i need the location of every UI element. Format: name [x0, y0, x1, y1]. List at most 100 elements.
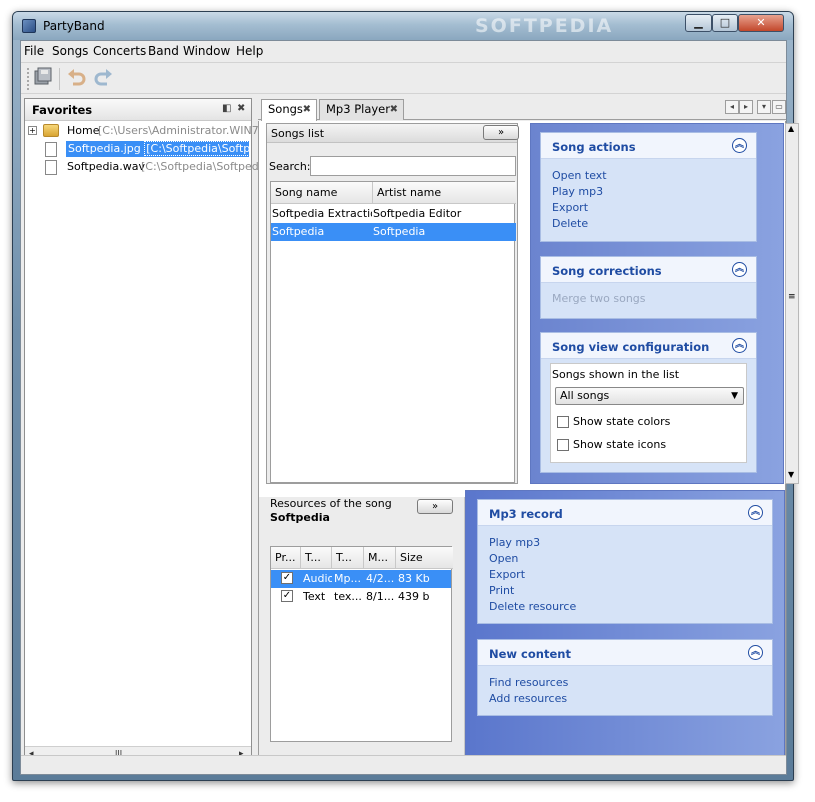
- column-header[interactable]: T...: [332, 547, 364, 569]
- scroll-tabs-left-icon[interactable]: ◂: [725, 100, 739, 114]
- group-title: Song corrections: [552, 264, 662, 278]
- expand-icon[interactable]: +: [28, 126, 37, 135]
- collapse-icon[interactable]: ︽: [748, 505, 763, 520]
- tab-label: Songs: [268, 102, 303, 116]
- close-panel-icon[interactable]: ✖: [237, 103, 245, 114]
- songs-list-header: Songs list »: [267, 124, 519, 143]
- expand-songs-button[interactable]: »: [483, 125, 519, 140]
- menu-file[interactable]: File: [24, 44, 44, 58]
- cell-song-name: Softpedia: [272, 225, 325, 238]
- favorites-title: Favorites: [32, 103, 93, 117]
- group-title: New content: [489, 647, 571, 661]
- play-mp3-link[interactable]: Play mp3: [552, 185, 603, 198]
- table-row-selected[interactable]: ✓ Audio Mp... 4/2... 83 Kb: [271, 570, 451, 588]
- songs-tab-content: Songs list » Search: Song name Artist na…: [258, 121, 799, 762]
- search-input[interactable]: [310, 156, 516, 176]
- task-pane-vertical-scrollbar[interactable]: ▲ ≡ ▼: [785, 123, 799, 484]
- open-link[interactable]: Open: [489, 552, 518, 565]
- title-bar[interactable]: PartyBand SOFTPEDIA ▁ □ ✕: [13, 12, 793, 40]
- export-link[interactable]: Export: [489, 568, 525, 581]
- column-header[interactable]: Pr...: [271, 547, 301, 569]
- show-state-icons-checkbox[interactable]: [557, 439, 569, 451]
- scroll-thumb-grip[interactable]: ≡: [788, 292, 796, 302]
- scroll-tabs-right-icon[interactable]: ▸: [739, 100, 753, 114]
- tab-list-dropdown-icon[interactable]: ▾: [757, 100, 771, 114]
- print-link[interactable]: Print: [489, 584, 514, 597]
- client-area: File Songs Concerts Band Window Help Fav…: [20, 40, 799, 775]
- column-header-song-name[interactable]: Song name: [271, 182, 373, 204]
- open-text-link[interactable]: Open text: [552, 169, 607, 182]
- collapse-icon[interactable]: ︽: [732, 262, 747, 277]
- menu-songs[interactable]: Songs: [52, 44, 88, 58]
- songs-list-panel: Songs list » Search: Song name Artist na…: [266, 123, 519, 484]
- menu-help[interactable]: Help: [236, 44, 263, 58]
- window-title: PartyBand: [43, 19, 105, 33]
- tree-item-path: [C:\Users\Administrator.WIN7]: [98, 124, 264, 137]
- tree-item-softpedia-jpg[interactable]: Softpedia.jpg [C:\Softpedia\Softpedia: [25, 141, 251, 159]
- column-header[interactable]: Size: [396, 547, 453, 569]
- collapse-icon[interactable]: ︽: [748, 645, 763, 660]
- maximize-editor-icon[interactable]: ▭: [772, 100, 786, 114]
- tab-songs[interactable]: Songs ✖: [261, 99, 317, 121]
- file-icon: [45, 160, 57, 175]
- menu-concerts[interactable]: Concerts: [93, 44, 146, 58]
- cell-artist-name: Softpedia: [373, 225, 426, 238]
- find-resources-link[interactable]: Find resources: [489, 676, 568, 689]
- maximize-button[interactable]: □: [712, 14, 738, 32]
- column-header[interactable]: M...: [364, 547, 396, 569]
- play-mp3-link[interactable]: Play mp3: [489, 536, 540, 549]
- menu-window[interactable]: Window: [183, 44, 230, 58]
- export-link[interactable]: Export: [552, 201, 588, 214]
- show-state-colors-checkbox[interactable]: [557, 416, 569, 428]
- group-header[interactable]: Song view configuration ︽: [541, 333, 756, 359]
- menu-band[interactable]: Band: [148, 44, 179, 58]
- group-header[interactable]: Mp3 record ︽: [478, 500, 772, 526]
- delete-resource-link[interactable]: Delete resource: [489, 600, 576, 613]
- close-tab-icon[interactable]: ✖: [390, 100, 398, 119]
- tree-item-name: Softpedia.wav: [67, 160, 145, 173]
- file-icon: [45, 142, 57, 157]
- favorites-header: Favorites ◧ ✖: [25, 99, 251, 121]
- scroll-up-icon[interactable]: ▲: [788, 124, 794, 133]
- minimize-panel-icon[interactable]: ◧: [222, 103, 231, 114]
- delete-link[interactable]: Delete: [552, 217, 588, 230]
- watermark: SOFTPEDIA: [475, 15, 614, 37]
- close-button[interactable]: ✕: [738, 14, 784, 32]
- column-header-artist-name[interactable]: Artist name: [373, 182, 516, 204]
- tree-item-home[interactable]: + Home [C:\Users\Administrator.WIN7]: [25, 123, 263, 141]
- tab-mp3-player[interactable]: Mp3 Player ✖: [319, 99, 404, 120]
- editor-area: Songs ✖ Mp3 Player ✖ ◂ ▸ ▾ ▭ Songs list …: [258, 98, 799, 762]
- mp3-record-group: Mp3 record ︽ Play mp3 Open Export Print …: [477, 499, 773, 624]
- undo-icon[interactable]: [63, 66, 89, 92]
- group-header[interactable]: Song actions ︽: [541, 133, 756, 159]
- chevron-down-icon: ▼: [731, 391, 738, 401]
- redo-icon[interactable]: [91, 66, 117, 92]
- favorites-panel: Favorites ◧ ✖ + Home [C:\Users\Administr…: [24, 98, 272, 762]
- cell-type: tex...: [334, 590, 362, 603]
- table-row[interactable]: ✓ Text tex... 8/1... 439 b: [271, 588, 451, 606]
- scroll-down-icon[interactable]: ▼: [788, 470, 794, 479]
- undo-icon-graphic: [68, 69, 86, 86]
- group-header[interactable]: Song corrections ︽: [541, 257, 756, 283]
- expand-resources-button[interactable]: »: [417, 499, 453, 514]
- minimize-button[interactable]: ▁: [685, 14, 712, 32]
- table-row[interactable]: Softpedia Extraction Softpedia Editor: [271, 205, 516, 223]
- app-icon: [22, 19, 36, 33]
- table-row-selected[interactable]: Softpedia Softpedia: [271, 223, 516, 241]
- save-icon[interactable]: [30, 66, 56, 92]
- group-header[interactable]: New content ︽: [478, 640, 772, 666]
- resources-song-name: Softpedia: [270, 511, 330, 524]
- tree-item-softpedia-wav[interactable]: Softpedia.wav [C:\Softpedia\Softpedia\: [25, 159, 272, 177]
- collapse-icon[interactable]: ︽: [732, 338, 747, 353]
- column-header[interactable]: T...: [301, 547, 332, 569]
- tree-item-path: [C:\Softpedia\Softpedia: [144, 141, 249, 156]
- cell-artist-name: Softpedia Editor: [373, 207, 462, 220]
- redo-icon-graphic: [94, 69, 112, 86]
- songs-shown-select[interactable]: All songs ▼: [555, 387, 744, 405]
- close-tab-icon[interactable]: ✖: [303, 100, 311, 119]
- tab-strip: Songs ✖ Mp3 Player ✖ ◂ ▸ ▾ ▭: [258, 98, 786, 121]
- add-resources-link[interactable]: Add resources: [489, 692, 567, 705]
- collapse-icon[interactable]: ︽: [732, 138, 747, 153]
- resource-checkbox[interactable]: ✓: [281, 572, 293, 584]
- resource-checkbox[interactable]: ✓: [281, 590, 293, 602]
